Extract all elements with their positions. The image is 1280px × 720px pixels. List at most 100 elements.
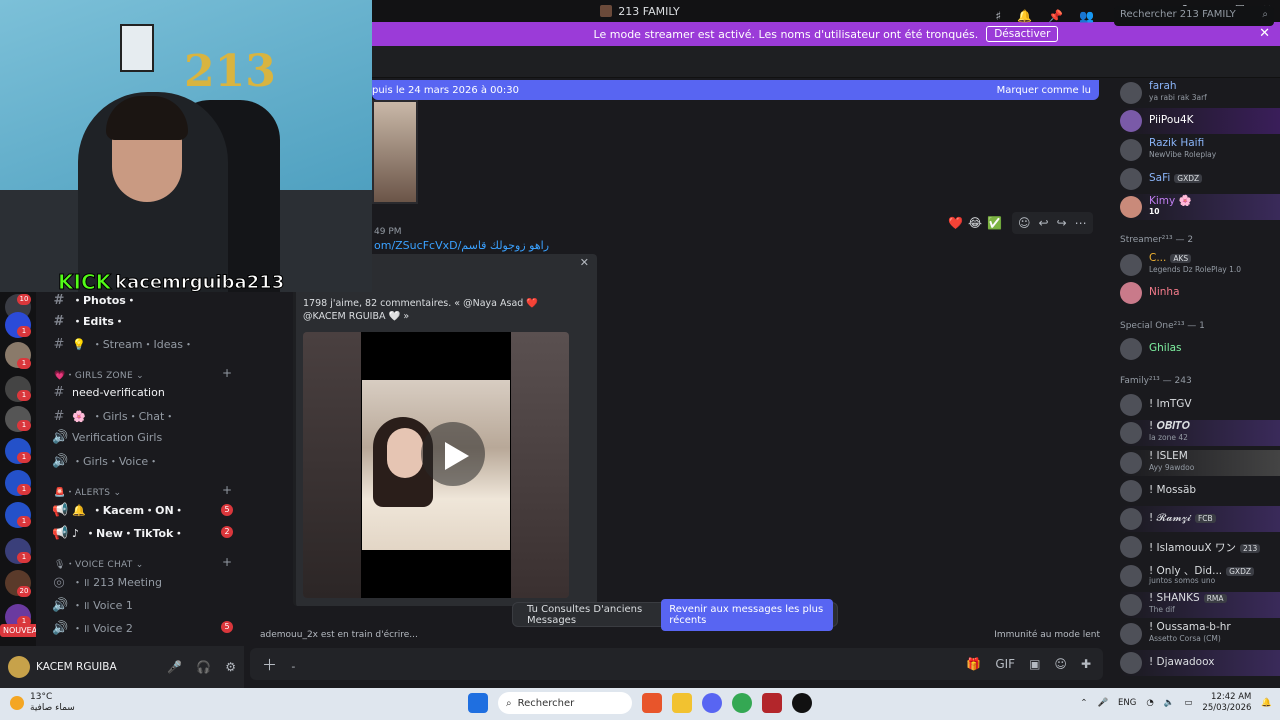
channel-voice-1[interactable]: 🔊 ・॥ Voice 1 <box>52 597 133 613</box>
folder-icon[interactable] <box>672 693 692 713</box>
mic-icon[interactable]: 🎤 <box>1097 698 1108 708</box>
member-status: Legends Dz RolePlay 1.0 <box>1149 265 1242 274</box>
system-tray: ⌃ 🎤 ENG ◔ 🔈 ▭ 12:42 AM 25/03/2026 🔔 <box>1080 692 1272 714</box>
member-item[interactable]: farah ya rabi rak 3arf <box>1120 80 1280 106</box>
member-item[interactable]: ! SHANKS RMA The dif <box>1120 592 1280 618</box>
category-girls-zone[interactable]: 💗・GIRLS ZONE ⌄ <box>54 368 144 381</box>
avatar[interactable] <box>8 656 30 678</box>
notifications-icon[interactable]: 🔔 <box>1261 698 1272 708</box>
bell-icon[interactable]: 🔔 <box>1017 9 1032 23</box>
message-composer[interactable]: ＋ - 🎁 GIF ▣ ☺ ✚ <box>250 648 1103 680</box>
clan-tag: GXDZ <box>1226 567 1254 576</box>
reactions: ❤️ 😂 ✅ <box>948 212 1002 234</box>
member-item[interactable]: Kimy 🌸 10 <box>1120 194 1280 220</box>
member-item[interactable]: ! ImTGV <box>1120 392 1280 418</box>
mark-as-read-button[interactable]: Marquer comme lu <box>997 85 1091 96</box>
speaker-icon: 🔊 <box>52 620 69 636</box>
channel-kacem-on[interactable]: 📢 🔔 ・Kacem・ON・ <box>52 502 185 518</box>
channel-new-tiktok[interactable]: 📢 ♪ ・New・TikTok・ <box>52 525 184 541</box>
laugh-reaction[interactable]: 😂 <box>968 216 982 230</box>
weather-widget[interactable]: 13°C سماء صافية <box>10 692 75 714</box>
member-item[interactable]: C... AKS Legends Dz RolePlay 1.0 <box>1120 252 1280 278</box>
message-actions: ☺ ↩ ↪ ⋯ <box>1012 212 1093 234</box>
apps-icon[interactable]: ✚ <box>1081 657 1091 671</box>
member-item[interactable]: Razik Haifi NewVibe Roleplay <box>1120 137 1280 163</box>
more-icon[interactable]: ⋯ <box>1075 216 1087 230</box>
add-reaction-icon[interactable]: ☺ <box>1018 216 1031 230</box>
member-item[interactable]: PiiPou4K <box>1120 108 1280 134</box>
pin-icon[interactable]: 📌 <box>1048 9 1063 23</box>
user-name[interactable]: KACEM RGUIBA <box>36 661 117 673</box>
close-icon[interactable]: ✕ <box>1259 26 1270 41</box>
clock[interactable]: 12:42 AM 25/03/2026 <box>1202 692 1251 714</box>
taskbar-search[interactable]: ⌕ Rechercher <box>498 692 632 714</box>
emoji-icon[interactable]: ☺ <box>1054 657 1067 671</box>
member-item[interactable]: ! ISLEM Ayy 9awdoo <box>1120 450 1280 476</box>
windows-start-icon[interactable] <box>468 693 488 713</box>
headphones-icon[interactable]: 🎧 <box>196 660 211 674</box>
composer-input[interactable]: - <box>291 660 295 673</box>
language-indicator[interactable]: ENG <box>1118 698 1136 708</box>
chevron-up-icon[interactable]: ⌃ <box>1080 698 1087 708</box>
channel-verification-girls[interactable]: 🔊 Verification Girls <box>52 430 162 445</box>
member-item[interactable]: ! IslamouuX ワン 213 <box>1120 534 1280 560</box>
discord-icon[interactable] <box>702 693 722 713</box>
chrome-icon[interactable] <box>732 693 752 713</box>
channel-need-verification[interactable]: # need-verification <box>52 385 165 400</box>
member-item[interactable]: Ninha <box>1120 280 1280 306</box>
member-item[interactable]: ! 𝓡𝓪𝓶𝔃𝓲 FCB <box>1120 506 1280 532</box>
add-channel-icon[interactable]: + <box>222 366 232 380</box>
acrobat-icon[interactable] <box>762 693 782 713</box>
image-attachment[interactable] <box>372 100 418 204</box>
channel-edits[interactable]: # ・Edits・ <box>52 313 125 329</box>
member-name: Ghilas <box>1149 342 1182 354</box>
app-icon[interactable] <box>792 693 812 713</box>
member-status: 10 <box>1149 207 1160 216</box>
member-name: farah <box>1149 80 1177 92</box>
add-channel-icon[interactable]: + <box>222 483 232 497</box>
disable-streamer-button[interactable]: Désactiver <box>986 26 1059 42</box>
category-voice-chat[interactable]: 🎙・VOICE CHAT ⌄ <box>54 557 144 570</box>
forward-icon[interactable]: ↪ <box>1057 216 1067 230</box>
jump-to-present-button[interactable]: Revenir aux messages les plus récents <box>661 598 833 631</box>
gif-icon[interactable]: GIF <box>995 657 1015 671</box>
mic-icon[interactable]: 🎤 <box>167 660 182 674</box>
channel-girls-chat[interactable]: # 🌸 ・Girls・Chat・ <box>52 408 176 424</box>
battery-icon[interactable]: ▭ <box>1184 698 1192 708</box>
channel-stream-ideas[interactable]: # 💡 ・Stream・Ideas・ <box>52 336 194 352</box>
member-item[interactable]: ! Only 、Did... GXDZ juntos somos uno <box>1120 563 1280 589</box>
category-alerts[interactable]: 🚨・ALERTS ⌄ <box>54 485 121 498</box>
threads-icon[interactable]: ♯ <box>995 9 1001 23</box>
member-item[interactable]: ! Mossäb <box>1120 478 1280 504</box>
check-reaction[interactable]: ✅ <box>987 216 1002 230</box>
members-icon[interactable]: 👥 <box>1079 9 1094 23</box>
new-messages-bar[interactable]: puis le 24 mars 2026 à 00:30 Marquer com… <box>372 80 1099 100</box>
channel-213-meeting[interactable]: ◎ ・॥ 213 Meeting <box>52 574 162 590</box>
add-attachment-icon[interactable]: ＋ <box>262 656 277 674</box>
add-channel-icon[interactable]: + <box>222 555 232 569</box>
volume-icon[interactable]: 🔈 <box>1164 698 1175 708</box>
reply-icon[interactable]: ↩ <box>1039 216 1049 230</box>
wifi-icon[interactable]: ◔ <box>1146 698 1153 708</box>
channel-girls-voice[interactable]: 🔊 ・Girls・Voice・ <box>52 453 159 469</box>
close-embed-icon[interactable]: ✕ <box>580 256 589 269</box>
search-input[interactable]: Rechercher 213 FAMILY ⌕ <box>1114 6 1274 26</box>
member-item[interactable]: ! Oussama-b-hr Assetto Corsa (CM) <box>1120 621 1280 647</box>
video-embed[interactable] <box>303 332 569 598</box>
gear-icon[interactable]: ⚙ <box>225 660 236 674</box>
message-timestamp: 49 PM <box>374 227 402 237</box>
message-link[interactable]: om/ZSucFcVxD/راهو زوجولك قاسم <box>374 239 549 252</box>
member-item[interactable]: SaFi GXDZ <box>1120 166 1280 192</box>
brave-icon[interactable] <box>642 693 662 713</box>
clan-tag: RMA <box>1203 594 1227 603</box>
heart-reaction[interactable]: ❤️ <box>948 216 963 230</box>
gift-icon[interactable]: 🎁 <box>966 657 981 671</box>
stage-icon: ◎ <box>53 574 65 590</box>
kick-overlay: KICK kacemrguiba213 <box>57 270 284 293</box>
member-item[interactable]: ! 𝑶𝑩𝑰𝑻𝑶 la zone 42 <box>1120 420 1280 446</box>
sticker-icon[interactable]: ▣ <box>1029 657 1040 671</box>
member-item[interactable]: Ghilas <box>1120 336 1280 362</box>
channel-photos[interactable]: # ・Photos・ <box>52 292 137 308</box>
member-item[interactable]: ! Djawadoox <box>1120 650 1280 676</box>
channel-voice-2[interactable]: 🔊 ・॥ Voice 2 <box>52 620 133 636</box>
